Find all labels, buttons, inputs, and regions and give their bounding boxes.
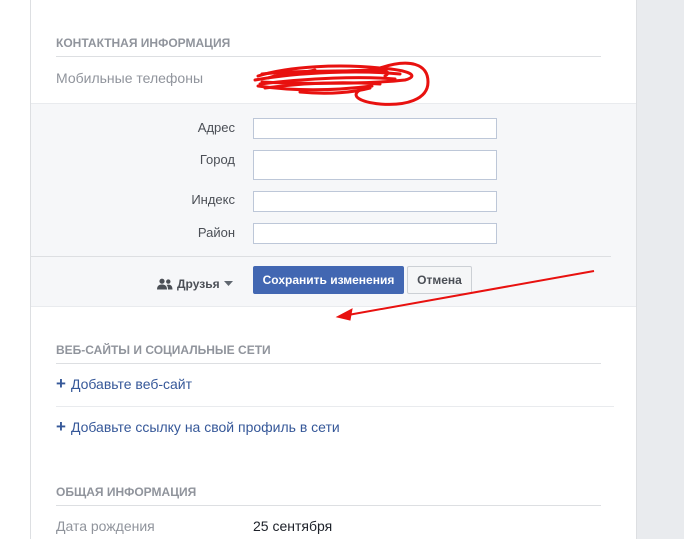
websites-section-heading: ВЕБ-САЙТЫ И СОЦИАЛЬНЫЕ СЕТИ [56, 343, 601, 364]
district-label: Район [197, 225, 235, 240]
contact-section-heading: КОНТАКТНАЯ ИНФОРМАЦИЯ [56, 36, 601, 57]
city-input[interactable] [253, 150, 497, 180]
friends-icon [157, 278, 173, 290]
about-card: КОНТАКТНАЯ ИНФОРМАЦИЯ Мобильные телефоны… [30, 0, 637, 539]
plus-icon: + [56, 374, 66, 393]
page: КОНТАКТНАЯ ИНФОРМАЦИЯ Мобильные телефоны… [0, 0, 684, 539]
privacy-selector[interactable]: Друзья [157, 275, 233, 293]
postal-code-input[interactable] [253, 191, 497, 212]
cancel-button[interactable]: Отмена [407, 266, 472, 294]
websites-divider [56, 406, 614, 407]
save-changes-button[interactable]: Сохранить изменения [253, 266, 404, 294]
form-divider [31, 256, 611, 257]
privacy-label: Друзья [177, 277, 220, 291]
city-label: Город [199, 152, 235, 167]
plus-icon: + [56, 417, 66, 436]
birthday-value: 25 сентября [253, 518, 333, 534]
address-input[interactable] [253, 118, 497, 139]
caret-down-icon [223, 281, 233, 286]
add-website-text: Добавьте веб-сайт [70, 376, 193, 392]
add-website-link[interactable]: + Добавьте веб-сайт [56, 374, 193, 393]
district-input[interactable] [253, 223, 497, 244]
add-profile-link-text: Добавьте ссылку на свой профиль в сети [70, 419, 340, 435]
right-gutter [637, 0, 684, 539]
general-section-heading: ОБЩАЯ ИНФОРМАЦИЯ [56, 485, 601, 506]
mobile-phones-label[interactable]: Мобильные телефоны [56, 70, 203, 86]
birthday-label: Дата рождения [56, 518, 155, 534]
address-label: Адрес [197, 120, 235, 135]
add-profile-link[interactable]: + Добавьте ссылку на свой профиль в сети [56, 417, 340, 436]
postal-code-label: Индекс [191, 192, 235, 207]
address-edit-form: Адрес Город Индекс Район Друзья Сохранит… [31, 103, 636, 307]
